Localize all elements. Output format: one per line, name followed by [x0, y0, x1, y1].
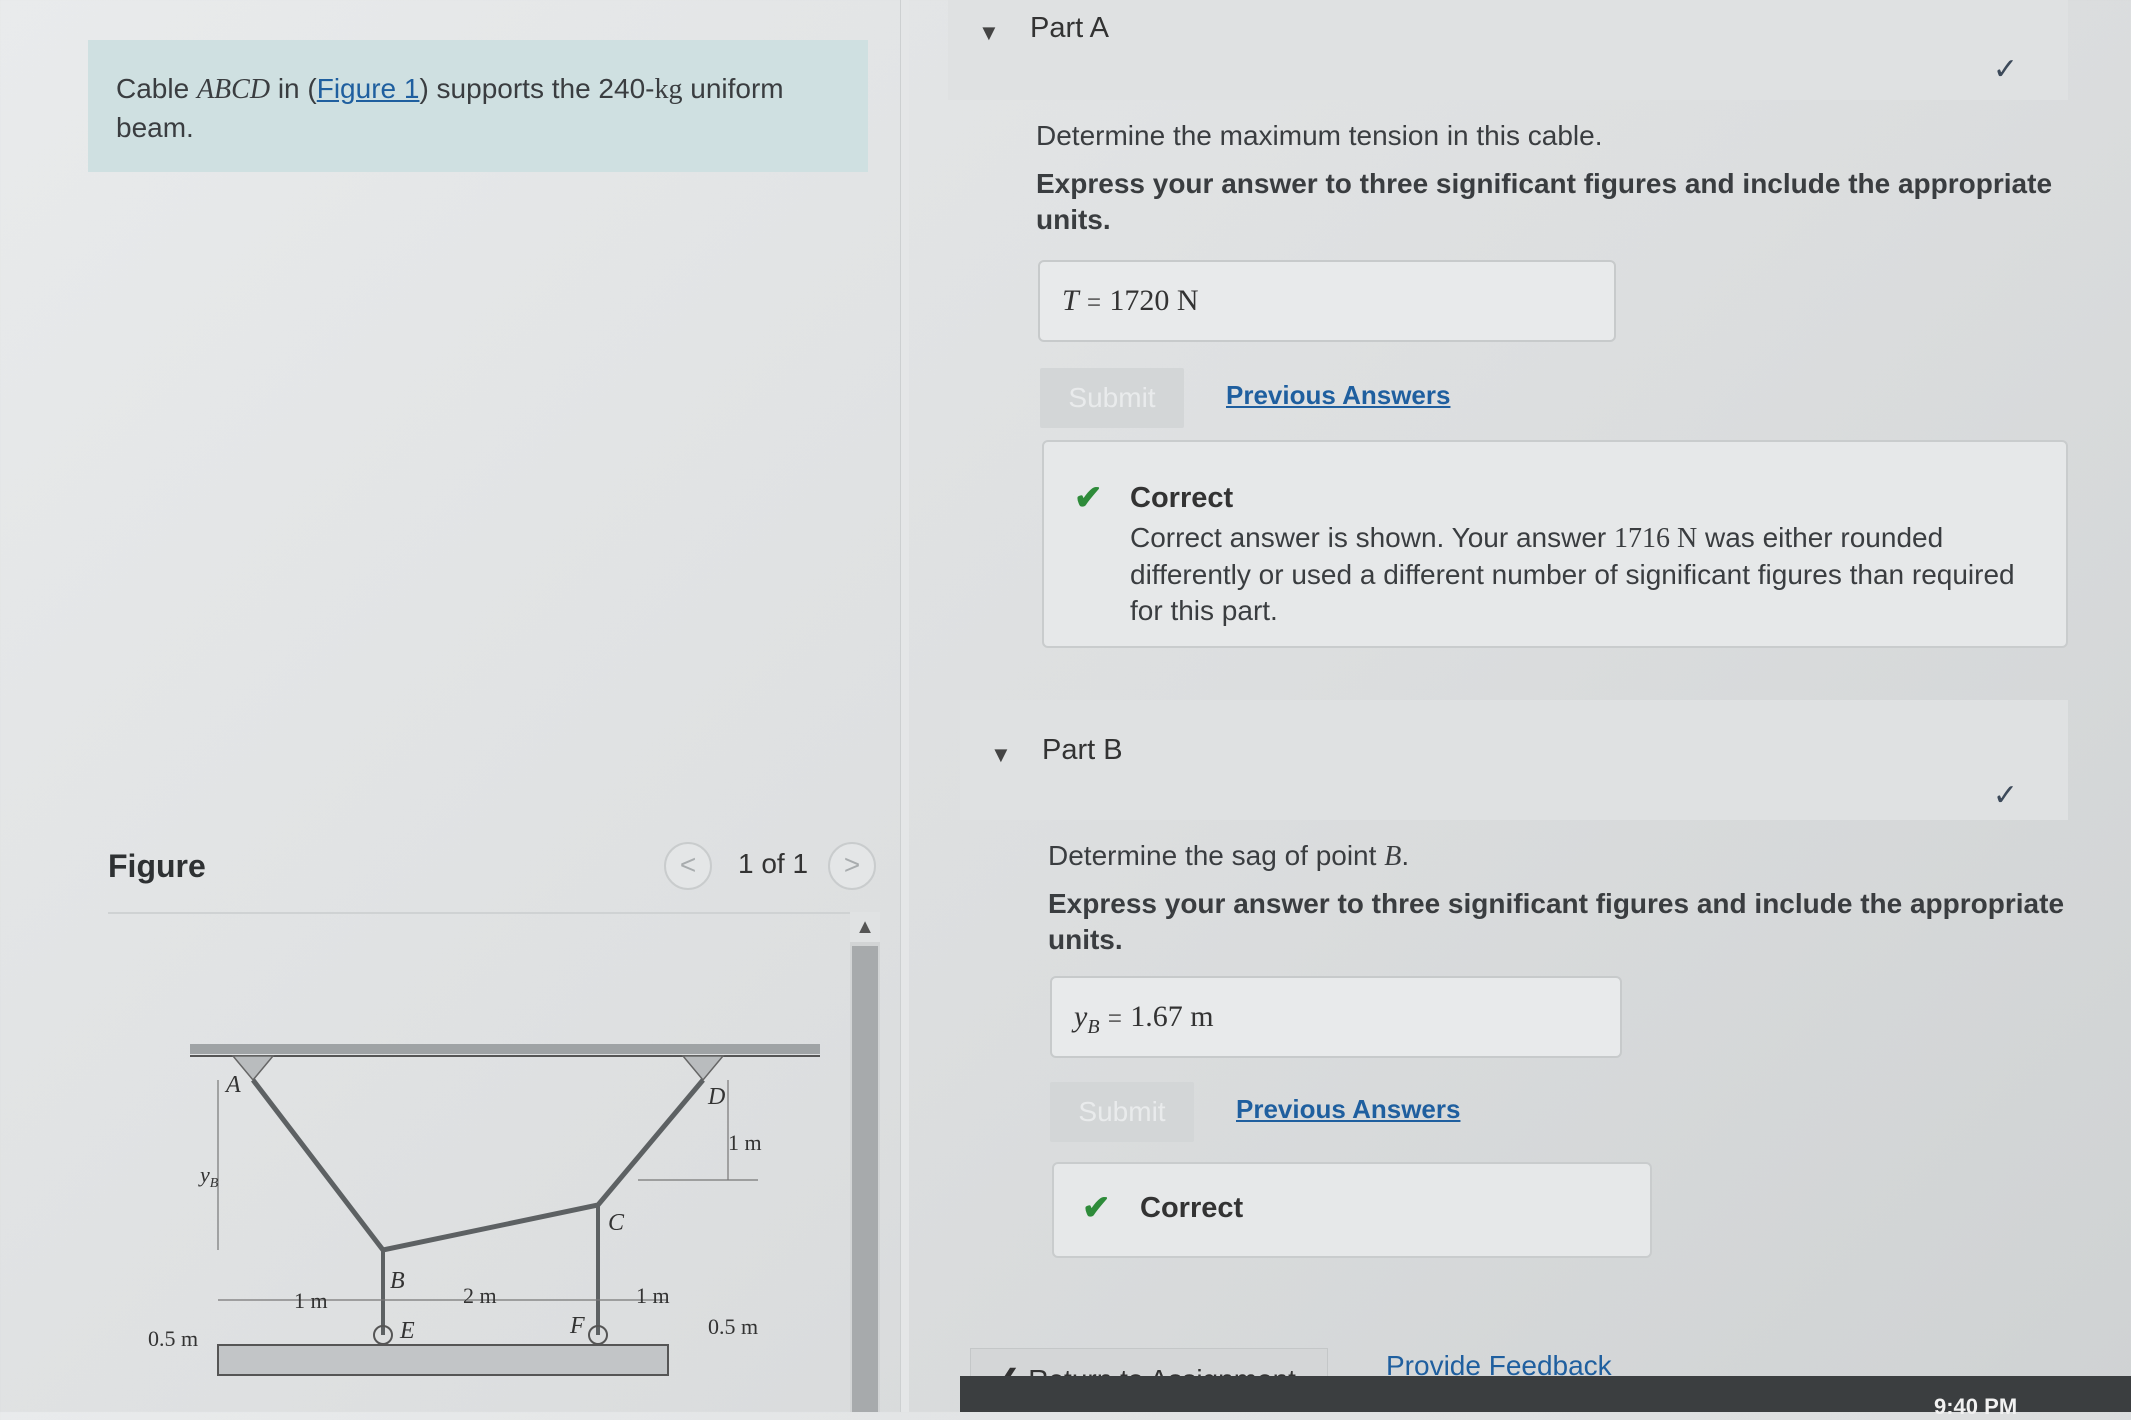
chevron-left-icon: <	[679, 849, 697, 880]
part-b-feedback: ✔ Correct	[1052, 1162, 1652, 1258]
figure-page-count: 1 of 1	[738, 848, 809, 879]
point-label: B	[1384, 841, 1402, 872]
part-a-submit-button[interactable]: Submit	[1040, 368, 1184, 428]
answer-value: 1.67 m	[1130, 1000, 1214, 1033]
answer-variable-main: y	[1074, 1000, 1088, 1033]
part-b-header[interactable]: ▼ Part B ✓	[960, 700, 2068, 820]
label-d: D	[707, 1084, 725, 1110]
label-b: B	[390, 1268, 405, 1294]
figure-link[interactable]: Figure 1	[317, 73, 420, 104]
figure-heading: Figure	[108, 848, 206, 884]
part-a-question: Determine the maximum tension in this ca…	[1036, 120, 1603, 151]
complete-check-icon: ✓	[1992, 779, 2018, 812]
figure-next-button[interactable]: >	[828, 842, 876, 890]
dim-05m-right: 0.5 m	[708, 1314, 758, 1339]
equals-sign: =	[1107, 1005, 1122, 1032]
beam	[217, 1344, 669, 1376]
label-c: C	[608, 1210, 625, 1236]
feedback-title: Correct	[1130, 482, 1234, 514]
answer-variable: T	[1062, 284, 1079, 317]
scroll-up-icon[interactable]: ▲	[850, 912, 880, 942]
label-yb: yB	[198, 1162, 219, 1191]
part-b-submit-button[interactable]: Submit	[1050, 1082, 1194, 1142]
figure-prev-button[interactable]: <	[664, 842, 712, 890]
scrollbar-thumb[interactable]	[852, 946, 878, 1412]
question-text: .	[1401, 840, 1410, 871]
label-a: A	[224, 1072, 241, 1098]
clock: 9:40 PM	[1934, 1394, 2018, 1419]
dim-1m-vertical: 1 m	[728, 1130, 762, 1155]
problem-text: in (	[270, 73, 317, 104]
part-b-instruction: Express your answer to three significant…	[1048, 888, 2065, 955]
problem-statement: Cable ABCD in (Figure 1) supports the 24…	[88, 40, 868, 172]
part-a-header[interactable]: ▼ Part A ✓	[948, 0, 2068, 100]
correct-check-icon: ✔	[1082, 1189, 1111, 1227]
part-b-question: Determine the sag of point B.	[1048, 840, 1409, 873]
label-yb-main: y	[198, 1162, 210, 1187]
part-a-answer-field[interactable]: T = 1720 N	[1038, 260, 1616, 342]
feedback-text: Correct answer is shown. Your answer	[1130, 522, 1614, 553]
dim-05m-left: 0.5 m	[148, 1326, 198, 1351]
question-text: Determine the sag of point	[1048, 840, 1385, 871]
problem-text: ) supports the 240-	[419, 73, 655, 104]
correct-check-icon: ✔	[1074, 479, 1103, 517]
problem-text: Cable	[116, 73, 197, 104]
collapse-caret-icon[interactable]: ▼	[990, 742, 1012, 768]
feedback-message: Correct answer is shown. Your answer 171…	[1130, 520, 2040, 629]
dim-1m-right: 1 m	[636, 1283, 670, 1308]
dim-2m: 2 m	[463, 1283, 497, 1308]
part-b-previous-answers-link[interactable]: Previous Answers	[1236, 1094, 1460, 1125]
figure-diagram: A B C D E F yB 1 m 2 m 1 m 1 m 0.5 m 0.5…	[108, 1000, 848, 1412]
answer-variable-sub: B	[1087, 1016, 1100, 1038]
ceiling	[190, 1044, 820, 1054]
equals-sign: =	[1087, 289, 1102, 316]
answer-value: 1720 N	[1109, 284, 1199, 317]
column-divider	[900, 0, 909, 1412]
complete-check-icon: ✓	[1992, 53, 2018, 86]
chevron-right-icon: >	[843, 849, 861, 880]
support-d	[681, 1055, 725, 1082]
feedback-title: Correct	[1140, 1192, 1244, 1224]
part-a-previous-answers-link[interactable]: Previous Answers	[1226, 380, 1450, 411]
collapse-caret-icon[interactable]: ▼	[978, 20, 1000, 46]
label-e: E	[399, 1318, 415, 1344]
feedback-answer: 1716 N	[1614, 523, 1698, 554]
cable-abcd	[251, 1078, 705, 1253]
part-a-title: Part A	[1030, 12, 1109, 44]
cable-beam-diagram: A B C D E F yB 1 m 2 m 1 m 1 m 0.5 m 0.5…	[148, 1044, 820, 1376]
label-yb-sub: B	[210, 1176, 219, 1191]
left-panel: Cable ABCD in (Figure 1) supports the 24…	[0, 0, 900, 1412]
figure-scrollbar[interactable]: ▲	[850, 912, 880, 1412]
figure-divider	[108, 912, 878, 914]
cable-name: ABCD	[196, 74, 271, 105]
dim-1m-left: 1 m	[294, 1288, 328, 1313]
part-a-feedback: ✔ Correct Correct answer is shown. Your …	[1042, 440, 2068, 648]
part-b-title: Part B	[1042, 734, 1123, 766]
part-a-instruction: Express your answer to three significant…	[1036, 168, 2053, 235]
mass-unit: kg	[654, 74, 683, 105]
answer-variable: yB	[1074, 1000, 1100, 1038]
part-b-answer-field[interactable]: yB = 1.67 m	[1050, 976, 1622, 1058]
label-f: F	[569, 1313, 585, 1339]
